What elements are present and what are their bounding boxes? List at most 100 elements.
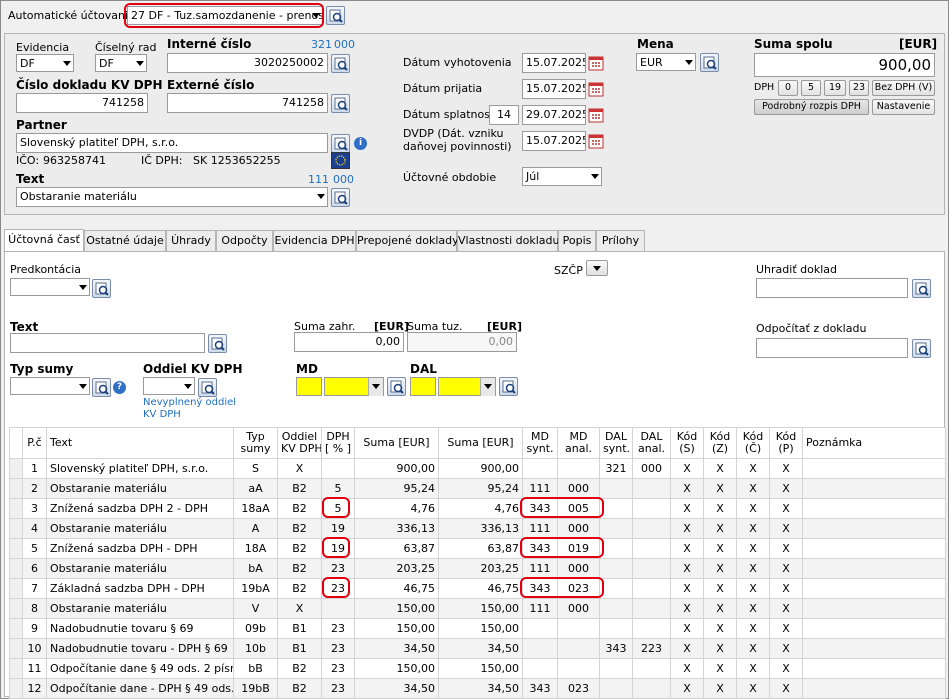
cell-oddiel[interactable]: B2: [277, 558, 322, 579]
externe-search-icon[interactable]: [331, 94, 350, 113]
auto-search-icon[interactable]: [326, 6, 345, 25]
uhradit-input[interactable]: [756, 278, 908, 298]
predkontacia-search-icon[interactable]: [92, 279, 111, 298]
cell-kod-p[interactable]: X: [769, 678, 803, 699]
tab-ostatne-udaje[interactable]: Ostatné údaje: [84, 230, 166, 251]
cell-suma-1[interactable]: 95,24: [354, 478, 439, 499]
info-icon[interactable]: i: [354, 137, 367, 150]
form-text-search-icon[interactable]: [208, 334, 227, 353]
cell-poznamka[interactable]: [802, 618, 946, 639]
cell-dal-synt[interactable]: [599, 498, 633, 519]
cell-suma-1[interactable]: 150,00: [354, 598, 439, 619]
cell-kod-z[interactable]: X: [703, 618, 737, 639]
cell-oddiel[interactable]: B1: [277, 618, 322, 639]
row-selector[interactable]: [9, 498, 23, 519]
cell-dal-synt[interactable]: [599, 518, 633, 539]
partner-input[interactable]: Slovenský platiteľ DPH, s.r.o.: [16, 133, 328, 153]
cell-dal-synt[interactable]: 321: [599, 458, 633, 479]
cell-dal-anal[interactable]: [632, 558, 671, 579]
table-row[interactable]: 4 Obstaranie materiálu A B2 19 336,13 336,13 11…: [9, 518, 946, 539]
cell-poznamka[interactable]: [802, 498, 946, 519]
dal-search-icon[interactable]: [499, 377, 518, 396]
cell-dal-synt[interactable]: [599, 598, 633, 619]
cell-md-anal[interactable]: [557, 618, 600, 639]
cell-md-synt[interactable]: 111: [522, 478, 558, 499]
row-selector[interactable]: [9, 638, 23, 659]
cell-kod-z[interactable]: X: [703, 578, 737, 599]
table-row[interactable]: 3 Znížená sadzba DPH 2 - DPH 18aA B2 5 4,76 4,…: [9, 498, 946, 519]
cell-kod-s[interactable]: X: [670, 618, 704, 639]
tab-prepojene-doklady[interactable]: Prepojené doklady: [356, 230, 459, 251]
dph-0-button[interactable]: 0: [778, 80, 798, 96]
cell-typ-sumy[interactable]: 19bB: [233, 678, 278, 699]
cell-md-synt[interactable]: 111: [522, 598, 558, 619]
predkontacia-select[interactable]: [10, 278, 90, 296]
cell-poznamka[interactable]: [802, 638, 946, 659]
cell-oddiel[interactable]: B2: [277, 658, 322, 679]
cell-md-anal[interactable]: [557, 458, 600, 479]
cell-kod-s[interactable]: X: [670, 678, 704, 699]
cell-dph[interactable]: 23: [321, 558, 355, 579]
row-selector[interactable]: [9, 618, 23, 639]
table-row[interactable]: 2 Obstaranie materiálu aA B2 5 95,24 95,24 111 0…: [9, 478, 946, 499]
cell-dal-synt[interactable]: [599, 558, 633, 579]
evidencia-select[interactable]: DF: [16, 54, 74, 72]
cell-kod-c[interactable]: X: [736, 578, 770, 599]
datum-spl-input[interactable]: 29.07.2025: [522, 105, 586, 125]
cell-kod-s[interactable]: X: [670, 538, 704, 559]
cell-pc[interactable]: 7: [22, 578, 47, 599]
cell-suma-1[interactable]: 34,50: [354, 638, 439, 659]
cell-text[interactable]: Slovenský platiteľ DPH, s.r.o.: [46, 458, 234, 479]
mena-select[interactable]: EUR: [636, 53, 696, 71]
cell-md-anal[interactable]: 000: [557, 478, 600, 499]
cell-oddiel[interactable]: B2: [277, 678, 322, 699]
col-header-typ-sumy[interactable]: Typ sumy: [233, 427, 278, 459]
nastavenie-button[interactable]: Nastavenie: [872, 99, 935, 115]
rozpis-dph-button[interactable]: Podrobný rozpis DPH: [754, 99, 869, 115]
cell-oddiel[interactable]: B2: [277, 538, 322, 559]
cell-suma-1[interactable]: 336,13: [354, 518, 439, 539]
cell-dal-synt[interactable]: [599, 658, 633, 679]
cell-dal-anal[interactable]: 000: [632, 458, 671, 479]
typ-sumy-search-icon[interactable]: [92, 378, 111, 397]
interne-cislo-input[interactable]: 3020250002: [167, 53, 328, 73]
cell-dph[interactable]: 23: [321, 658, 355, 679]
cislo-kv-input[interactable]: 741258: [16, 93, 148, 113]
ciselny-rad-select[interactable]: DF: [95, 54, 147, 72]
cell-dal-anal[interactable]: [632, 498, 671, 519]
cell-suma-2[interactable]: 336,13: [438, 518, 523, 539]
cell-kod-c[interactable]: X: [736, 458, 770, 479]
cell-dal-synt[interactable]: [599, 578, 633, 599]
cell-poznamka[interactable]: [802, 598, 946, 619]
cell-kod-c[interactable]: X: [736, 618, 770, 639]
col-header-kod-c[interactable]: Kód (Č): [736, 427, 770, 459]
col-header-md-synt[interactable]: MD synt.: [522, 427, 558, 459]
col-header-oddiel[interactable]: Oddiel KV DPH: [277, 427, 322, 459]
col-header-dal-synt[interactable]: DAL synt.: [599, 427, 633, 459]
cell-kod-p[interactable]: X: [769, 658, 803, 679]
cell-suma-2[interactable]: 900,00: [438, 458, 523, 479]
row-selector[interactable]: [9, 598, 23, 619]
interne-search-icon[interactable]: [331, 54, 350, 73]
cell-md-anal[interactable]: 000: [557, 558, 600, 579]
cell-kod-c[interactable]: X: [736, 478, 770, 499]
cell-typ-sumy[interactable]: 10b: [233, 638, 278, 659]
cell-suma-2[interactable]: 95,24: [438, 478, 523, 499]
cell-text[interactable]: Znížená sadzba DPH - DPH: [46, 538, 234, 559]
bez-dph-button[interactable]: Bez DPH (V): [872, 80, 935, 96]
col-header-kod-z[interactable]: Kód (Z): [703, 427, 737, 459]
cell-kod-z[interactable]: X: [703, 678, 737, 699]
cell-suma-2[interactable]: 34,50: [438, 638, 523, 659]
cell-md-anal[interactable]: 023: [557, 678, 600, 699]
cell-pc[interactable]: 11: [22, 658, 47, 679]
cell-suma-2[interactable]: 4,76: [438, 498, 523, 519]
col-header-dph[interactable]: DPH[ % ]: [321, 427, 355, 459]
cell-kod-s[interactable]: X: [670, 518, 704, 539]
cell-text[interactable]: Znížená sadzba DPH 2 - DPH: [46, 498, 234, 519]
cell-poznamka[interactable]: [802, 518, 946, 539]
cell-pc[interactable]: 2: [22, 478, 47, 499]
cell-dal-synt[interactable]: [599, 678, 633, 699]
cell-kod-p[interactable]: X: [769, 578, 803, 599]
tab-odpocty[interactable]: Odpočty: [216, 230, 273, 251]
cell-suma-1[interactable]: 150,00: [354, 658, 439, 679]
